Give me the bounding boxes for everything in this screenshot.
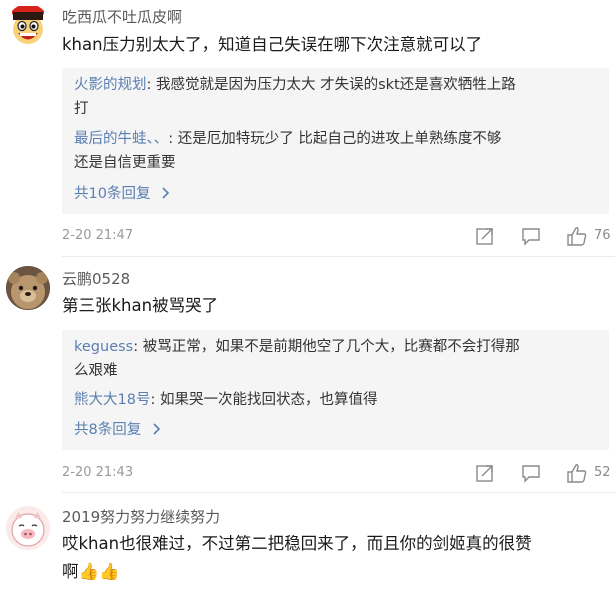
reply-text: 还是厄加特玩少了 比起自己的进攻上单熟练度不够 xyxy=(177,131,502,147)
thumbs-up-icon[interactable] xyxy=(566,462,588,484)
avatar-teddy-bear-icon xyxy=(6,266,50,310)
reply-username[interactable]: 火影的规划 xyxy=(74,77,147,93)
reply-separator: : xyxy=(168,131,178,147)
avatar-pig-icon xyxy=(6,506,50,550)
comment-meta: 2-20 21:47 76 xyxy=(62,225,615,247)
username[interactable]: 云鹏0528 xyxy=(62,268,130,289)
more-replies-label: 共10条回复 xyxy=(74,186,151,202)
comment-text-line: 啊👍👍 xyxy=(62,562,120,581)
more-replies-label: 共8条回复 xyxy=(74,422,142,438)
comment-meta: 2-20 21:43 52 xyxy=(62,462,615,484)
comment-icon[interactable] xyxy=(520,462,542,484)
divider xyxy=(62,256,615,257)
comment-item: 云鹏0528 第三张khan被骂哭了 keguess: 被骂正常，如果不是前期他… xyxy=(0,258,615,488)
avatar-cartoon-icon xyxy=(6,4,50,48)
reply-item[interactable]: keguess: 被骂正常，如果不是前期他空了几个大，比赛都不会打得那 么艰难 xyxy=(74,335,599,383)
divider xyxy=(62,492,615,493)
reply-item[interactable]: 火影的规划: 我感觉就是因为压力太大 才失误的skt还是喜欢牺牲上路 打 xyxy=(74,73,599,121)
username[interactable]: 吃西瓜不吐瓜皮啊 xyxy=(62,6,182,27)
reply-text-cont: 还是自信更重要 xyxy=(74,155,176,171)
timestamp: 2-20 21:47 xyxy=(62,228,134,243)
more-replies-link[interactable]: 共8条回复 xyxy=(74,418,162,439)
reply-box: 火影的规划: 我感觉就是因为压力太大 才失误的skt还是喜欢牺牲上路 打 最后的… xyxy=(62,68,609,214)
username[interactable]: 2019努力努力继续努力 xyxy=(62,506,220,527)
comment-text: 第三张khan被骂哭了 xyxy=(62,296,219,315)
share-icon[interactable] xyxy=(474,462,496,484)
avatar[interactable] xyxy=(6,4,50,48)
like-count: 52 xyxy=(594,465,611,480)
share-icon[interactable] xyxy=(474,225,496,247)
comment-icon[interactable] xyxy=(520,225,542,247)
reply-item[interactable]: 最后的牛蛙、、: 还是厄加特玩少了 比起自己的进攻上单熟练度不够 还是自信更重要 xyxy=(74,127,599,175)
comment-text: 哎khan也很难过，不过第二把稳回来了，而且你的剑姬真的很赞 啊👍👍 xyxy=(62,530,532,586)
reply-separator: : xyxy=(146,77,156,93)
reply-text-cont: 么艰难 xyxy=(74,363,118,379)
thumbs-up-icon[interactable] xyxy=(566,225,588,247)
more-replies-link[interactable]: 共10条回复 xyxy=(74,182,171,203)
reply-box: keguess: 被骂正常，如果不是前期他空了几个大，比赛都不会打得那 么艰难 … xyxy=(62,330,609,450)
like-count: 76 xyxy=(594,228,611,243)
comment-text: khan压力别太大了，知道自己失误在哪下次注意就可以了 xyxy=(62,35,483,54)
comment-text-line: 哎khan也很难过，不过第二把稳回来了，而且你的剑姬真的很赞 xyxy=(62,534,532,553)
reply-username[interactable]: keguess xyxy=(74,339,133,355)
reply-text: 被骂正常，如果不是前期他空了几个大，比赛都不会打得那 xyxy=(142,339,520,355)
reply-username[interactable]: 熊大大18号 xyxy=(74,392,150,408)
reply-text-cont: 打 xyxy=(74,101,89,117)
avatar[interactable] xyxy=(6,266,50,310)
reply-text: 如果哭一次能找回状态，也算值得 xyxy=(159,392,378,408)
avatar[interactable] xyxy=(6,506,50,550)
reply-item[interactable]: 熊大大18号: 如果哭一次能找回状态，也算值得 xyxy=(74,388,599,412)
timestamp: 2-20 21:43 xyxy=(62,465,134,480)
reply-separator: : xyxy=(150,392,160,408)
chevron-right-icon xyxy=(162,187,170,199)
chevron-right-icon xyxy=(153,423,160,435)
reply-username[interactable]: 最后的牛蛙、、 xyxy=(74,131,168,147)
reply-separator: : xyxy=(133,339,143,355)
reply-text: 我感觉就是因为压力太大 才失误的skt还是喜欢牺牲上路 xyxy=(156,77,516,93)
comment-item: 吃西瓜不吐瓜皮啊 khan压力别太大了，知道自己失误在哪下次注意就可以了 火影的… xyxy=(0,0,615,250)
comment-item: 2019努力努力继续努力 哎khan也很难过，不过第二把稳回来了，而且你的剑姬真… xyxy=(0,494,615,592)
